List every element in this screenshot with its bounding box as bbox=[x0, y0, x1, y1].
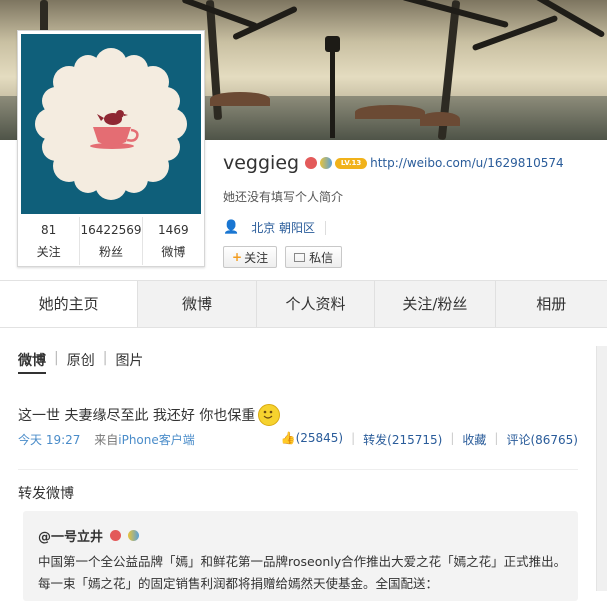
filter-weibo[interactable]: 微博 bbox=[18, 350, 46, 374]
repost-button[interactable]: 转发(215715) bbox=[363, 431, 442, 448]
like-count: (25845) bbox=[295, 431, 344, 445]
avatar[interactable] bbox=[21, 34, 201, 214]
tab-profile[interactable]: 个人资料 bbox=[257, 281, 376, 327]
quoted-author[interactable]: @一号立井 bbox=[38, 526, 140, 545]
stat-followers-count: 16422569 bbox=[80, 223, 142, 237]
quoted-author-name[interactable]: @一号立井 bbox=[38, 530, 103, 545]
comment-button[interactable]: 评论(86765) bbox=[506, 431, 578, 448]
post-source-link[interactable]: iPhone客户端 bbox=[118, 433, 195, 447]
quoted-post: @一号立井 中国第一个全公益品牌「嫣」和鲜花第一品牌roseonly合作推出大爱… bbox=[23, 511, 578, 601]
profile-bio: 她还没有填写个人简介 bbox=[223, 190, 344, 204]
profile-tabs: 她的主页 微博 个人资料 关注/粉丝 相册 bbox=[0, 280, 607, 328]
tab-album[interactable]: 相册 bbox=[496, 281, 607, 327]
profile-stats: 81 关注 16422569 粉丝 1469 微博 bbox=[18, 217, 204, 265]
feed-filter: 微博 | 原创 | 图片 bbox=[18, 350, 151, 374]
medal-icon[interactable] bbox=[320, 157, 333, 169]
stat-followers[interactable]: 16422569 粉丝 bbox=[80, 217, 143, 265]
tab-weibo[interactable]: 微博 bbox=[138, 281, 257, 327]
tab-follow-fans[interactable]: 关注/粉丝 bbox=[375, 281, 496, 327]
stat-following[interactable]: 81 关注 bbox=[18, 217, 81, 265]
filter-pictures[interactable]: 图片 bbox=[115, 350, 143, 374]
thumbs-up-icon: 👍 bbox=[280, 431, 296, 445]
location-link[interactable]: 北京 朝阳区 bbox=[251, 219, 315, 236]
post-body: 这一世 夫妻缘尽至此 我还好 你也保重 bbox=[18, 408, 256, 424]
stat-posts[interactable]: 1469 微博 bbox=[143, 217, 204, 265]
post-source-prefix: 来自 bbox=[94, 433, 119, 447]
person-icon: 👤 bbox=[223, 220, 240, 235]
level-badge[interactable]: LV.13 bbox=[335, 157, 368, 169]
stat-posts-count: 1469 bbox=[158, 223, 189, 237]
vip-crown-icon bbox=[109, 530, 121, 541]
post-text: 这一世 夫妻缘尽至此 我还好 你也保重 bbox=[18, 404, 281, 426]
like-button[interactable]: 👍(25845) bbox=[273, 431, 344, 448]
plus-icon: + bbox=[232, 250, 243, 264]
profile-info: veggieg LV.13 http://weibo.com/u/1629810… bbox=[223, 150, 564, 268]
profile-url-link[interactable]: http://weibo.com/u/1629810574 bbox=[370, 156, 564, 170]
message-button[interactable]: 私信 bbox=[285, 246, 343, 268]
stat-following-label: 关注 bbox=[36, 245, 61, 259]
scrollbar[interactable] bbox=[596, 346, 607, 591]
avatar-card: 81 关注 16422569 粉丝 1469 微博 bbox=[17, 30, 205, 267]
message-icon bbox=[294, 252, 306, 262]
follow-button[interactable]: + 关注 bbox=[223, 246, 278, 268]
stat-following-count: 81 bbox=[41, 223, 57, 237]
profile-name: veggieg bbox=[223, 152, 300, 174]
tab-home[interactable]: 她的主页 bbox=[0, 281, 139, 327]
divider bbox=[18, 469, 578, 470]
post-time[interactable]: 今天 19:27 bbox=[18, 433, 80, 447]
stat-followers-label: 粉丝 bbox=[98, 245, 123, 259]
follow-label: 关注 bbox=[244, 250, 269, 265]
post-meta: 今天 19:27 来自iPhone客户端 👍(25845) | 转发(21571… bbox=[18, 431, 578, 448]
medal-icon bbox=[128, 530, 140, 541]
filter-original[interactable]: 原创 bbox=[67, 350, 95, 374]
favorite-button[interactable]: 收藏 bbox=[462, 431, 486, 448]
stat-posts-label: 微博 bbox=[161, 245, 186, 259]
repost-section-title: 转发微博 bbox=[18, 486, 74, 502]
vip-crown-icon[interactable] bbox=[305, 157, 318, 169]
message-label: 私信 bbox=[309, 250, 334, 265]
smile-emoji-icon bbox=[258, 404, 281, 426]
quoted-body: 中国第一个全公益品牌「嫣」和鲜花第一品牌roseonly合作推出大爱之花「嫣之花… bbox=[38, 554, 567, 591]
